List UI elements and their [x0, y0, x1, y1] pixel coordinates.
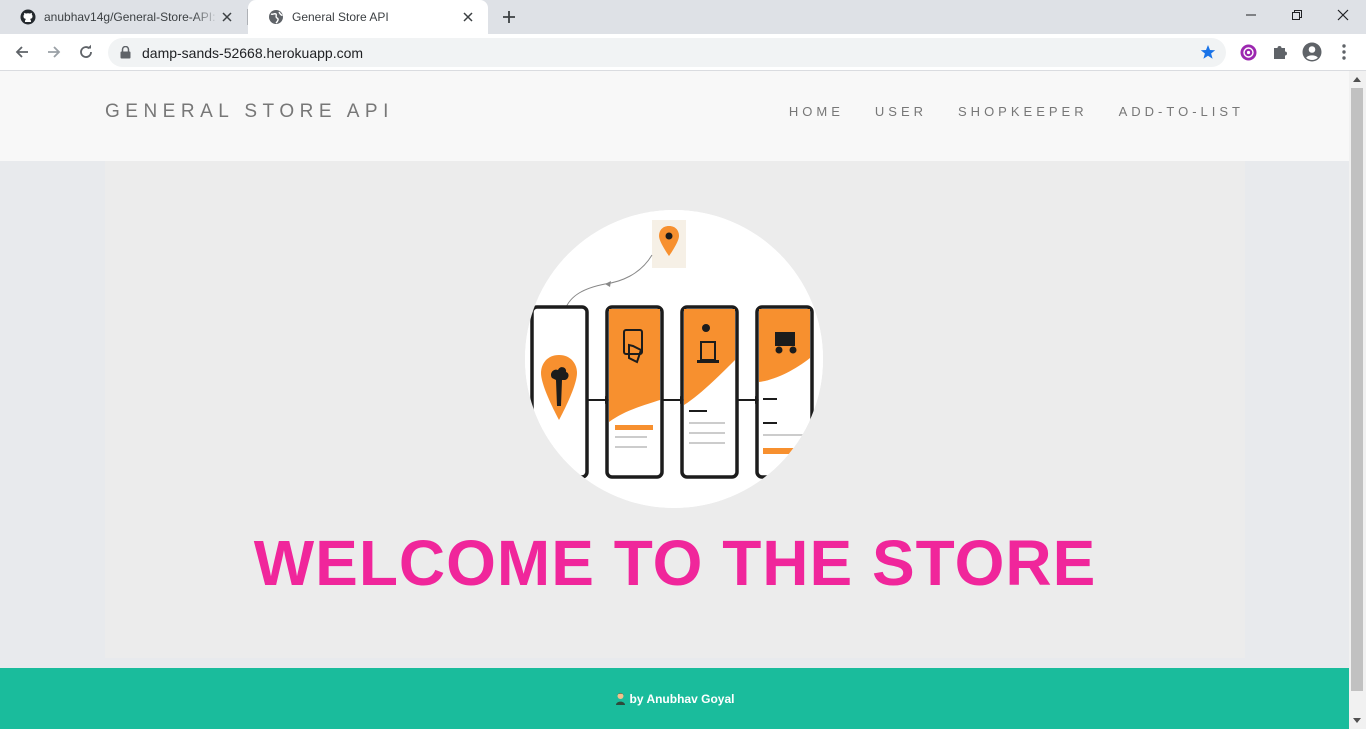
- close-icon[interactable]: [219, 9, 235, 25]
- site-navbar: GENERAL STORE API HOME USER SHOPKEEPER A…: [0, 71, 1349, 161]
- plus-icon: [503, 11, 515, 23]
- tab-title: anubhav14g/General-Store-API:: [44, 10, 216, 24]
- globe-icon: [268, 9, 284, 25]
- forward-button[interactable]: [42, 40, 66, 64]
- address-bar[interactable]: damp-sands-52668.herokuapp.com: [108, 38, 1226, 67]
- site-footer: by Anubhav Goyal: [0, 668, 1349, 729]
- tab-general-store[interactable]: General Store API: [248, 0, 488, 34]
- site-brand[interactable]: GENERAL STORE API: [105, 101, 394, 123]
- arrow-left-icon: [15, 46, 28, 58]
- new-tab-button[interactable]: [498, 6, 520, 28]
- nav-home[interactable]: HOME: [789, 104, 844, 119]
- url-text: damp-sands-52668.herokuapp.com: [142, 44, 364, 61]
- close-icon[interactable]: [460, 9, 476, 25]
- tab-strip: anubhav14g/General-Store-API: General St…: [0, 0, 1366, 34]
- browser-toolbar: damp-sands-52668.herokuapp.com: [0, 34, 1366, 71]
- tab-github[interactable]: anubhav14g/General-Store-API:: [0, 0, 247, 34]
- nav-user[interactable]: USER: [875, 104, 927, 119]
- app-flow-illustration: [525, 210, 823, 508]
- person-icon: [615, 692, 625, 705]
- reload-button[interactable]: [74, 40, 98, 64]
- scroll-down-arrow[interactable]: [1353, 718, 1361, 723]
- nav-add-to-list[interactable]: ADD-TO-LIST: [1119, 104, 1244, 119]
- restore-icon: [1292, 10, 1302, 20]
- menu-icon[interactable]: [1334, 42, 1354, 62]
- restore-button[interactable]: [1274, 0, 1320, 30]
- back-button[interactable]: [10, 40, 34, 64]
- github-icon: [20, 9, 36, 25]
- lock-icon: [120, 46, 132, 60]
- arrow-right-icon: [48, 46, 61, 58]
- minimize-icon: [1246, 14, 1256, 16]
- hero-heading: WELCOME TO THE STORE: [253, 527, 1097, 599]
- tab-title: General Store API: [292, 10, 389, 24]
- extension-icon[interactable]: [1238, 42, 1258, 62]
- page-viewport: GENERAL STORE API HOME USER SHOPKEEPER A…: [0, 71, 1349, 729]
- close-icon: [1337, 9, 1349, 21]
- page-scrollbar[interactable]: [1349, 71, 1366, 729]
- puzzle-icon[interactable]: [1270, 42, 1290, 62]
- hero-illustration: [525, 210, 823, 508]
- nav-shopkeeper[interactable]: SHOPKEEPER: [958, 104, 1088, 119]
- scroll-up-arrow[interactable]: [1353, 77, 1361, 82]
- profile-icon[interactable]: [1302, 42, 1322, 62]
- star-icon[interactable]: [1200, 44, 1216, 60]
- footer-credit: by Anubhav Goyal: [615, 691, 735, 706]
- close-window-button[interactable]: [1320, 0, 1366, 30]
- minimize-button[interactable]: [1228, 0, 1274, 30]
- hero-section: WELCOME TO THE STORE: [105, 161, 1245, 658]
- nav-links: HOME USER SHOPKEEPER ADD-TO-LIST: [789, 104, 1244, 119]
- scrollbar-thumb[interactable]: [1351, 88, 1363, 691]
- footer-text: by Anubhav Goyal: [629, 691, 735, 706]
- reload-icon: [80, 44, 92, 58]
